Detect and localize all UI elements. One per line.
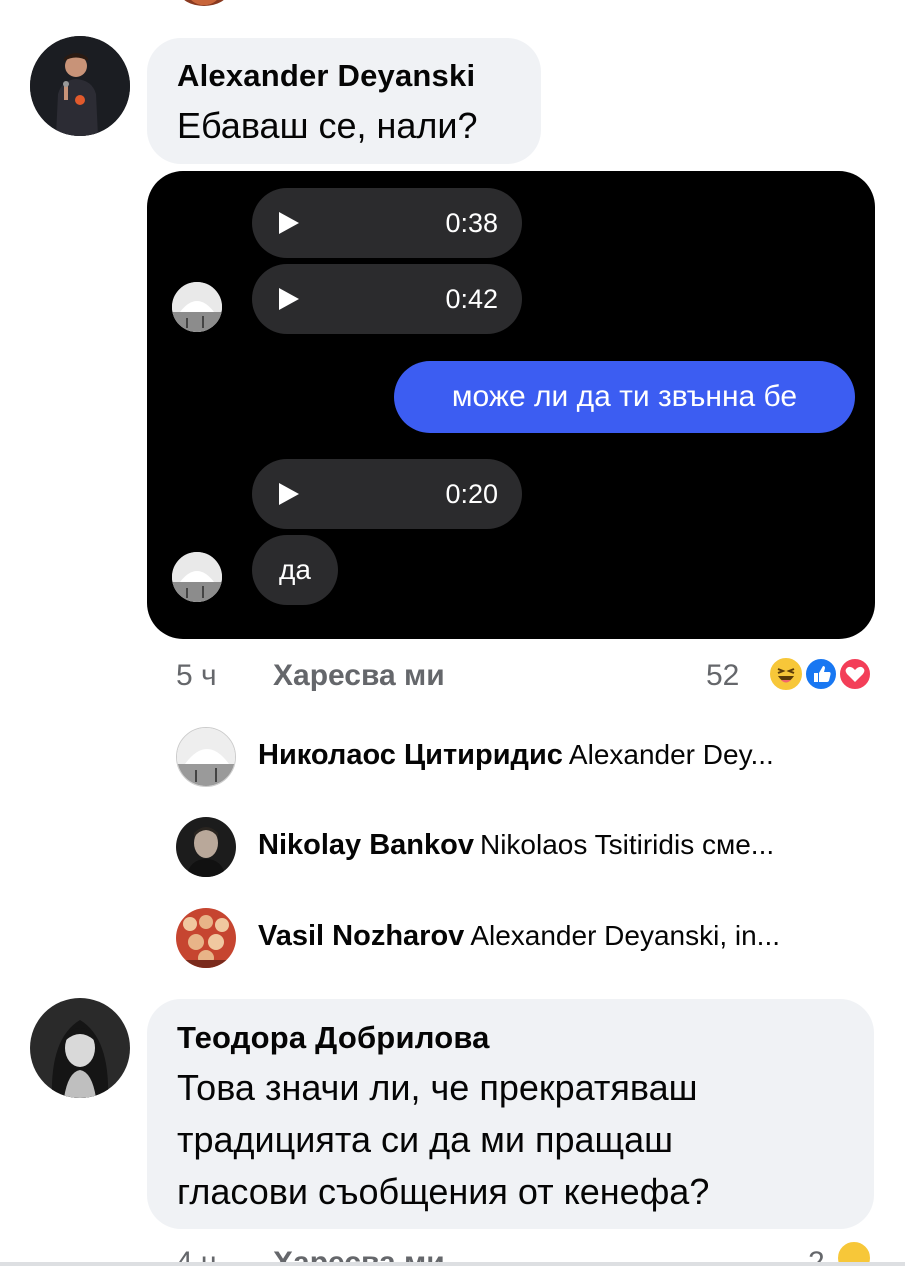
play-icon — [279, 212, 299, 234]
chat-avatar — [172, 282, 222, 332]
reply-snippet: Alexander Dey... — [568, 739, 774, 770]
screen-bottom-edge — [0, 1262, 905, 1266]
reply-author[interactable]: Nikolay Bankov — [258, 829, 474, 861]
chat-avatar — [172, 552, 222, 602]
love-reaction-icon — [838, 657, 872, 691]
reply-avatar[interactable] — [176, 908, 236, 968]
avatar-alexander-deyanski[interactable] — [30, 36, 130, 136]
play-icon — [279, 483, 299, 505]
reply-item[interactable]: Nikolay Bankov Nikolaos Tsitiridis сме... — [176, 817, 866, 877]
like-button[interactable]: Харесва ми — [273, 659, 445, 693]
reply-avatar[interactable] — [176, 727, 236, 787]
previous-commenter-avatar[interactable] — [180, 0, 228, 6]
comment-text-line: традицията си да ми пращаш — [177, 1119, 674, 1160]
play-icon — [279, 288, 299, 310]
reply-avatar[interactable] — [176, 817, 236, 877]
reply-author[interactable]: Николаос Цитиридис — [258, 739, 563, 771]
avatar-teodora-dobrilova[interactable] — [30, 998, 130, 1098]
comment-text: Ебаваш се, нали? — [177, 105, 478, 146]
voice-duration: 0:42 — [445, 284, 498, 314]
voice-duration: 0:20 — [445, 479, 498, 509]
like-reaction-icon — [804, 657, 838, 691]
outgoing-message: може ли да ти звънна бе — [394, 361, 855, 433]
haha-reaction-icon — [768, 656, 804, 692]
voice-duration: 0:38 — [445, 208, 498, 238]
reply-snippet: Nikolaos Tsitiridis сме... — [479, 829, 775, 860]
comment-author[interactable]: Alexander Deyanski — [177, 58, 475, 94]
comment-text-line: Това значи ли, че прекратяваш — [177, 1067, 698, 1108]
reaction-count[interactable]: 52 — [706, 659, 739, 693]
voice-message: 0:20 — [252, 459, 522, 529]
incoming-message: да — [252, 535, 338, 605]
chat-screenshot-image[interactable]: 0:38 0:42 може ли да ти звънна бе 0:20 д… — [147, 171, 875, 639]
comment-bubble-teodora: Теодора Добрилова Това значи ли, че прек… — [147, 999, 874, 1229]
reply-snippet: Alexander Deyanski, in... — [470, 920, 781, 951]
voice-message: 0:42 — [252, 264, 522, 334]
comment-bubble-alexander: Alexander Deyanski Ебаваш се, нали? — [147, 38, 541, 164]
voice-message: 0:38 — [252, 188, 522, 258]
reply-item[interactable]: Vasil Nozharov Alexander Deyanski, in... — [176, 908, 866, 968]
comment-author[interactable]: Теодора Добрилова — [177, 1020, 490, 1056]
reply-author[interactable]: Vasil Nozharov — [258, 920, 464, 952]
comment-text-line: гласови съобщения от кенефа? — [177, 1171, 710, 1212]
comment-timestamp[interactable]: 5 ч — [176, 659, 217, 693]
reply-item[interactable]: Николаос Цитиридис Alexander Dey... — [176, 727, 866, 787]
